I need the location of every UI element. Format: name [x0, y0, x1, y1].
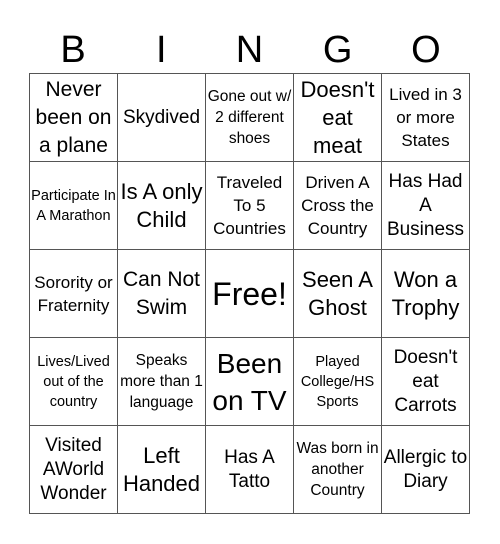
cell-text: Has A Tatto	[224, 446, 275, 492]
cell-text: Gone out w/ 2 different shoes	[207, 88, 292, 147]
bingo-cell[interactable]: Has Had A Business	[382, 162, 470, 250]
bingo-cell[interactable]: Sorority or Fraternity	[30, 250, 118, 338]
cell-text: Doesn't eat Carrots	[393, 346, 458, 416]
bingo-cell[interactable]: Lives/Lived out of the country	[30, 338, 118, 426]
bingo-cell[interactable]: Can Not Swim	[118, 250, 206, 338]
cell-text: Won a Trophy	[391, 266, 460, 320]
cell-text: Was born in another Country	[296, 440, 379, 499]
cell-text: Doesn't eat meat	[300, 76, 375, 158]
header-letter-o: O	[411, 29, 441, 71]
cell-text: Skydived	[122, 106, 201, 128]
bingo-cell[interactable]: Been on TV	[206, 338, 294, 426]
bingo-cell[interactable]: Doesn't eat meat	[294, 74, 382, 162]
free-space[interactable]: Free!	[206, 250, 294, 338]
bingo-cell[interactable]: Skydived	[118, 74, 206, 162]
bingo-cell[interactable]: Was born in another Country	[294, 426, 382, 514]
bingo-cell[interactable]: Traveled To 5 Countries	[206, 162, 294, 250]
header-letter-n: N	[235, 29, 264, 71]
cell-text: Seen A Ghost	[302, 266, 373, 320]
header-letter-i: I	[156, 29, 167, 71]
bingo-cell[interactable]: Won a Trophy	[382, 250, 470, 338]
bingo-grid: Never been on a plane Skydived Gone out …	[29, 73, 470, 514]
bingo-cell[interactable]: Is A only Child	[118, 162, 206, 250]
bingo-cell[interactable]: Speaks more than 1 language	[118, 338, 206, 426]
cell-text: Driven A Cross the Country	[301, 173, 374, 238]
header-letter-g: G	[322, 29, 353, 71]
cell-text: Played College/HS Sports	[300, 353, 375, 410]
cell-text: Free!	[212, 275, 287, 312]
bingo-cell[interactable]: Gone out w/ 2 different shoes	[206, 74, 294, 162]
bingo-cell[interactable]: Allergic to Diary	[382, 426, 470, 514]
cell-text: Left Handed	[122, 442, 201, 496]
bingo-cell[interactable]: Left Handed	[118, 426, 206, 514]
bingo-cell[interactable]: Driven A Cross the Country	[294, 162, 382, 250]
bingo-cell[interactable]: Seen A Ghost	[294, 250, 382, 338]
cell-text: Traveled To 5 Countries	[213, 173, 286, 238]
cell-text: Lives/Lived out of the country	[37, 353, 110, 410]
cell-text: Participate In A Marathon	[31, 187, 116, 224]
bingo-cell[interactable]: Doesn't eat Carrots	[382, 338, 470, 426]
cell-text: Lived in 3 or more States	[389, 85, 462, 150]
cell-text: Sorority or Fraternity	[34, 272, 113, 315]
bingo-cell[interactable]: Never been on a plane	[30, 74, 118, 162]
bingo-header: B I N G O	[29, 28, 470, 73]
cell-text: Allergic to Diary	[383, 446, 468, 492]
bingo-cell[interactable]: Has A Tatto	[206, 426, 294, 514]
cell-text: Can Not Swim	[122, 267, 201, 319]
bingo-cell[interactable]: Played College/HS Sports	[294, 338, 382, 426]
cell-text: Has Had A Business	[386, 170, 465, 240]
bingo-cell[interactable]: Visited AWorld Wonder	[30, 426, 118, 514]
cell-text: Visited AWorld Wonder	[40, 434, 107, 504]
cell-text: Been on TV	[212, 347, 287, 416]
header-letter-b: B	[60, 29, 86, 71]
bingo-cell[interactable]: Lived in 3 or more States	[382, 74, 470, 162]
cell-text: Speaks more than 1 language	[120, 352, 203, 411]
cell-text: Never been on a plane	[35, 77, 112, 157]
bingo-cell[interactable]: Participate In A Marathon	[30, 162, 118, 250]
cell-text: Is A only Child	[120, 178, 203, 232]
